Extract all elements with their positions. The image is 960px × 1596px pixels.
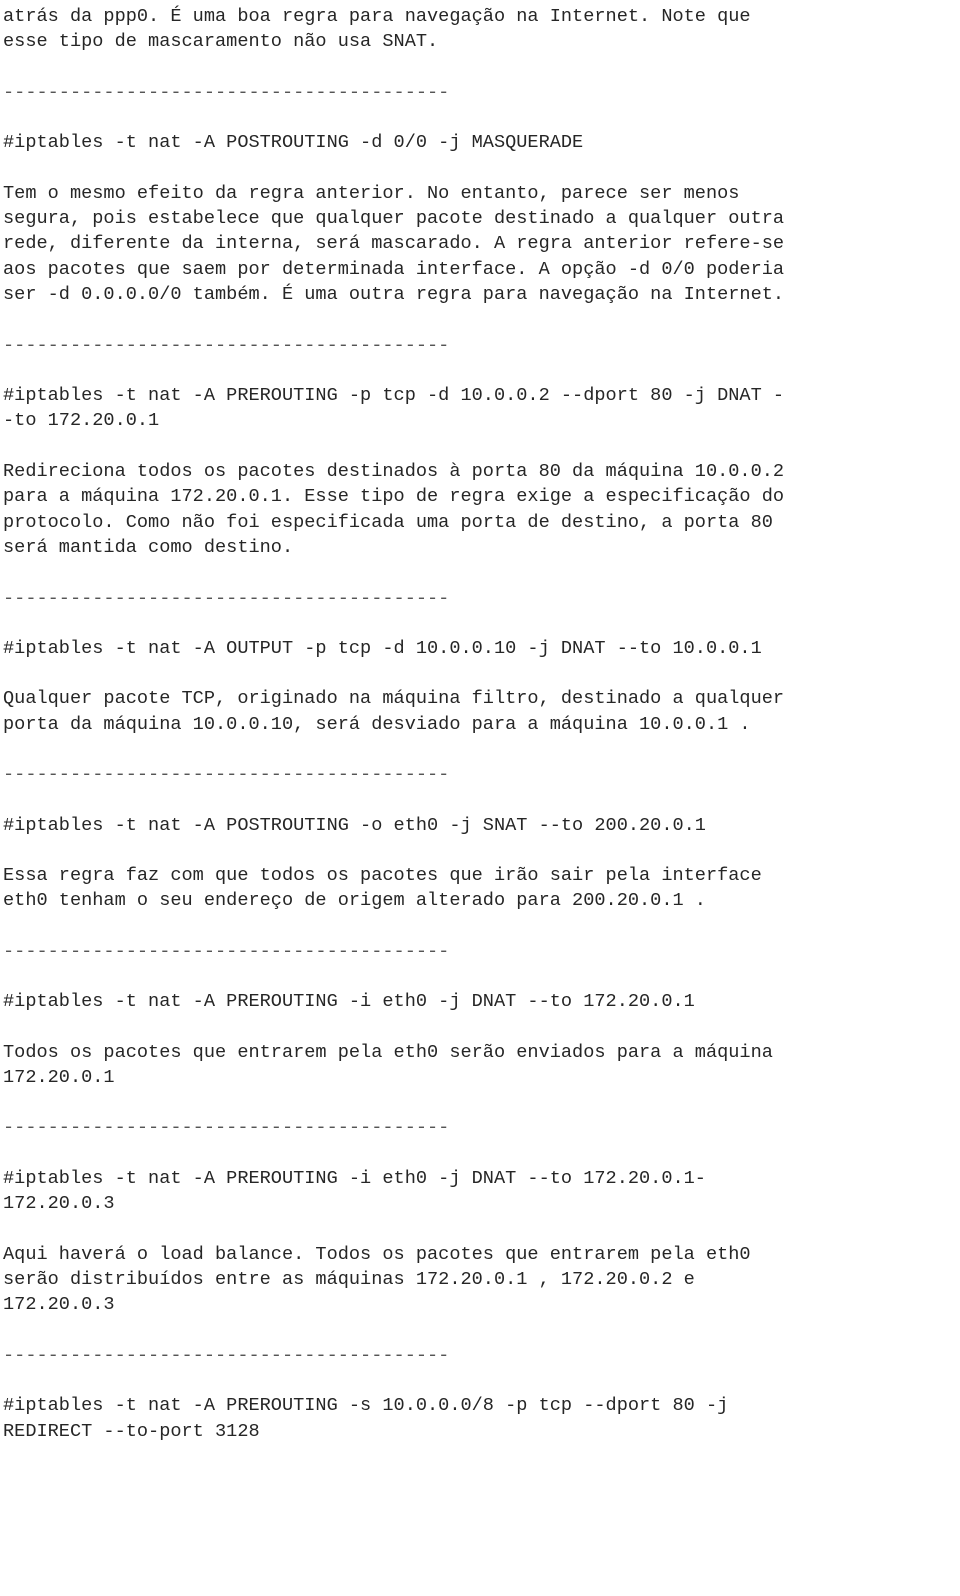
command-line: #iptables -t nat -A PREROUTING -i eth0 -… — [3, 991, 695, 1013]
command-description: Redireciona todos os pacotes destinados … — [3, 460, 785, 559]
command-description: Aqui haverá o load balance. Todos os pac… — [3, 1243, 751, 1316]
section-divider: ---------------------------------------- — [3, 764, 450, 786]
command-line: #iptables -t nat -A PREROUTING -p tcp -d… — [3, 385, 785, 432]
command-line: #iptables -t nat -A POSTROUTING -d 0/0 -… — [3, 132, 584, 154]
document-text-flow: atrás da ppp0. É uma boa regra para nave… — [3, 0, 957, 1444]
command-line: #iptables -t nat -A PREROUTING -i eth0 -… — [3, 1167, 706, 1215]
section-divider: ---------------------------------------- — [3, 940, 450, 962]
section-divider: ---------------------------------------- — [3, 81, 450, 103]
command-line: #iptables -t nat -A OUTPUT -p tcp -d 10.… — [3, 637, 762, 659]
command-line: #iptables -t nat -A POSTROUTING -o eth0 … — [3, 814, 706, 836]
section-divider: ---------------------------------------- — [3, 1117, 450, 1139]
command-description: Tem o mesmo efeito da regra anterior. No… — [3, 182, 785, 306]
document-page: atrás da ppp0. É uma boa regra para nave… — [0, 0, 960, 1596]
command-description: Essa regra faz com que todos os pacotes … — [3, 864, 762, 912]
command-line: #iptables -t nat -A PREROUTING -s 10.0.0… — [3, 1395, 729, 1442]
command-description: Todos os pacotes que entrarem pela eth0 … — [3, 1041, 773, 1088]
section-divider: ---------------------------------------- — [3, 587, 450, 609]
intro-paragraph: atrás da ppp0. É uma boa regra para nave… — [3, 6, 751, 53]
command-description: Qualquer pacote TCP, originado na máquin… — [3, 688, 785, 735]
section-divider: ---------------------------------------- — [3, 1344, 450, 1366]
section-divider: ---------------------------------------- — [3, 334, 450, 356]
